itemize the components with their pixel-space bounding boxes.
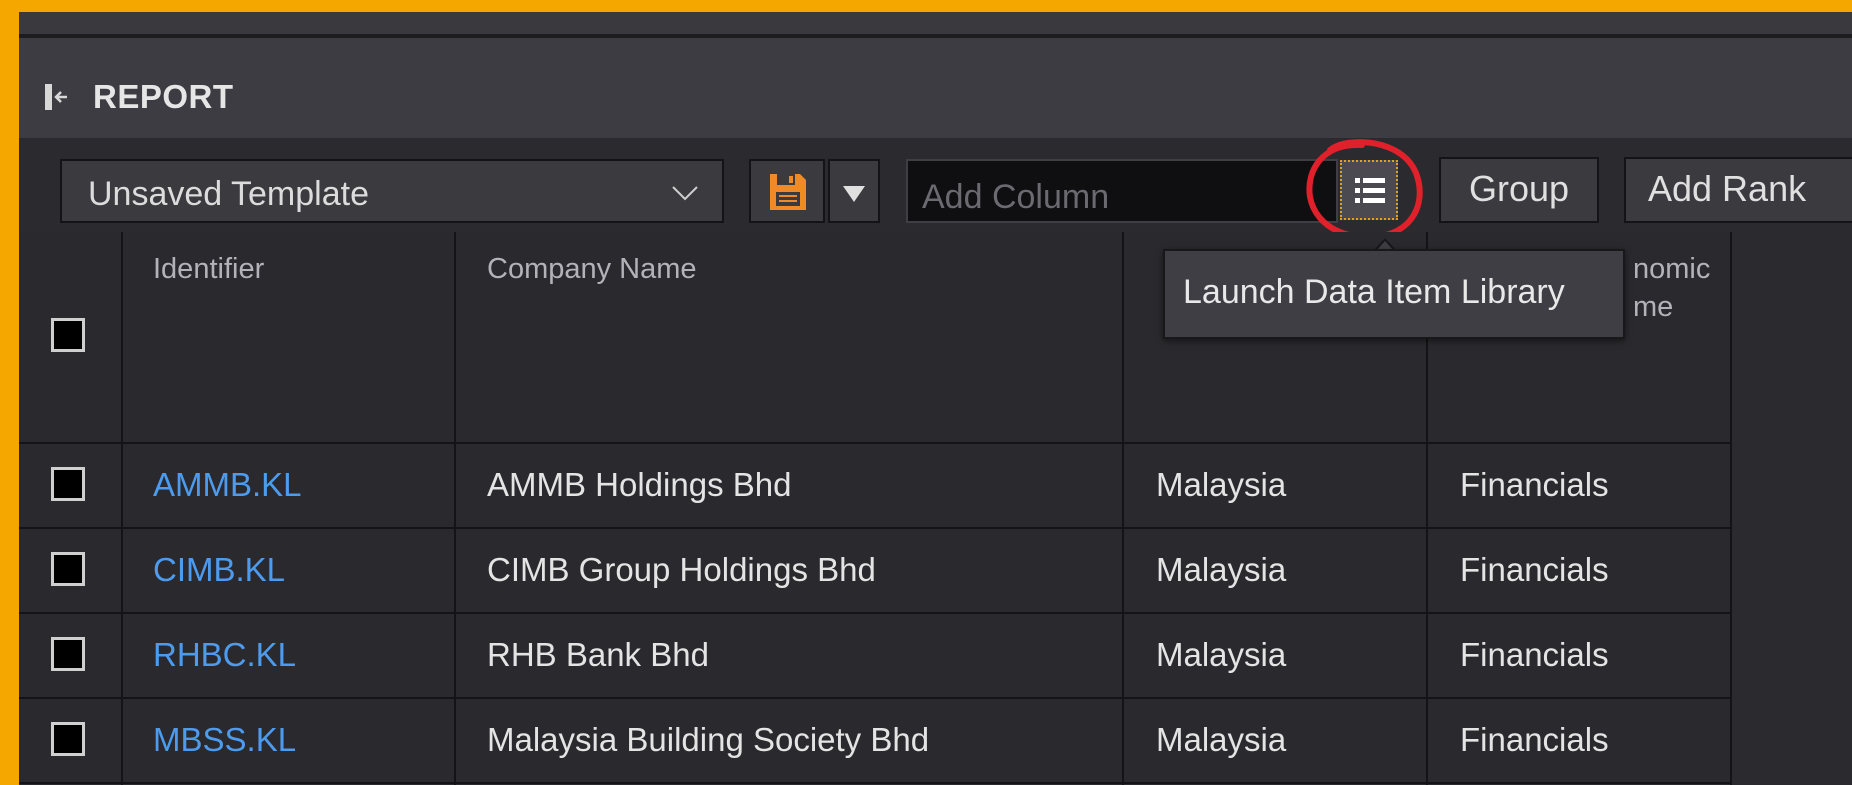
row-checkbox[interactable] bbox=[51, 467, 85, 501]
company-name-cell: CIMB Group Holdings Bhd bbox=[487, 551, 876, 588]
table-row[interactable]: CIMB.KL CIMB Group Holdings Bhd Malaysia… bbox=[19, 529, 1732, 614]
report-toolbar: Unsaved Template Add Column Group Add Ra… bbox=[19, 139, 1852, 241]
identifier-link[interactable]: CIMB.KL bbox=[153, 551, 285, 589]
row-checkbox[interactable] bbox=[51, 552, 85, 586]
save-options-dropdown[interactable] bbox=[828, 159, 880, 223]
report-panel: REPORT Unsaved Template Add Column Group… bbox=[19, 12, 1852, 785]
group-button[interactable]: Group bbox=[1439, 157, 1599, 223]
table-row[interactable]: AMMB.KL AMMB Holdings Bhd Malaysia Finan… bbox=[19, 444, 1732, 529]
top-strip bbox=[19, 12, 1852, 38]
header-economic-sector-part[interactable]: me bbox=[1633, 288, 1673, 326]
save-template-button[interactable] bbox=[749, 159, 825, 223]
report-header: REPORT bbox=[19, 38, 1852, 139]
data-item-library-button[interactable] bbox=[1340, 160, 1398, 220]
table-row[interactable]: RHBC.KL RHB Bank Bhd Malaysia Financials bbox=[19, 614, 1732, 699]
template-select-value: Unsaved Template bbox=[88, 175, 369, 213]
collapse-left-icon[interactable] bbox=[43, 82, 73, 112]
identifier-link[interactable]: RHBC.KL bbox=[153, 636, 296, 674]
add-rank-button[interactable]: Add Rank bbox=[1624, 157, 1852, 223]
caret-down-icon bbox=[843, 186, 865, 202]
country-cell: Malaysia bbox=[1156, 466, 1287, 503]
company-name-cell: AMMB Holdings Bhd bbox=[487, 466, 792, 503]
country-cell: Malaysia bbox=[1156, 636, 1287, 673]
company-name-cell: RHB Bank Bhd bbox=[487, 636, 709, 673]
sector-cell: Financials bbox=[1460, 636, 1609, 673]
header-identifier[interactable]: Identifier bbox=[153, 250, 264, 288]
identifier-link[interactable]: AMMB.KL bbox=[153, 466, 302, 504]
select-all-checkbox[interactable] bbox=[51, 318, 85, 352]
row-checkbox[interactable] bbox=[51, 637, 85, 671]
header-economic-sector-part[interactable]: nomic bbox=[1633, 250, 1710, 288]
chevron-down-icon bbox=[670, 179, 700, 205]
sector-cell: Financials bbox=[1460, 551, 1609, 588]
identifier-link[interactable]: MBSS.KL bbox=[153, 721, 296, 759]
header-company-name[interactable]: Company Name bbox=[487, 250, 697, 288]
data-item-library-tooltip: Launch Data Item Library bbox=[1163, 249, 1625, 339]
table-row[interactable]: MBSS.KL Malaysia Building Society Bhd Ma… bbox=[19, 699, 1732, 784]
sector-cell: Financials bbox=[1460, 466, 1609, 503]
sector-cell: Financials bbox=[1460, 721, 1609, 758]
add-column-input[interactable] bbox=[906, 159, 1338, 223]
row-checkbox[interactable] bbox=[51, 722, 85, 756]
country-cell: Malaysia bbox=[1156, 551, 1287, 588]
table-empty-area bbox=[1734, 232, 1852, 785]
company-name-cell: Malaysia Building Society Bhd bbox=[487, 721, 930, 758]
page-title: REPORT bbox=[93, 78, 234, 115]
template-select[interactable]: Unsaved Template bbox=[60, 159, 724, 223]
list-icon bbox=[1355, 178, 1385, 203]
country-cell: Malaysia bbox=[1156, 721, 1287, 758]
save-icon bbox=[770, 174, 806, 210]
